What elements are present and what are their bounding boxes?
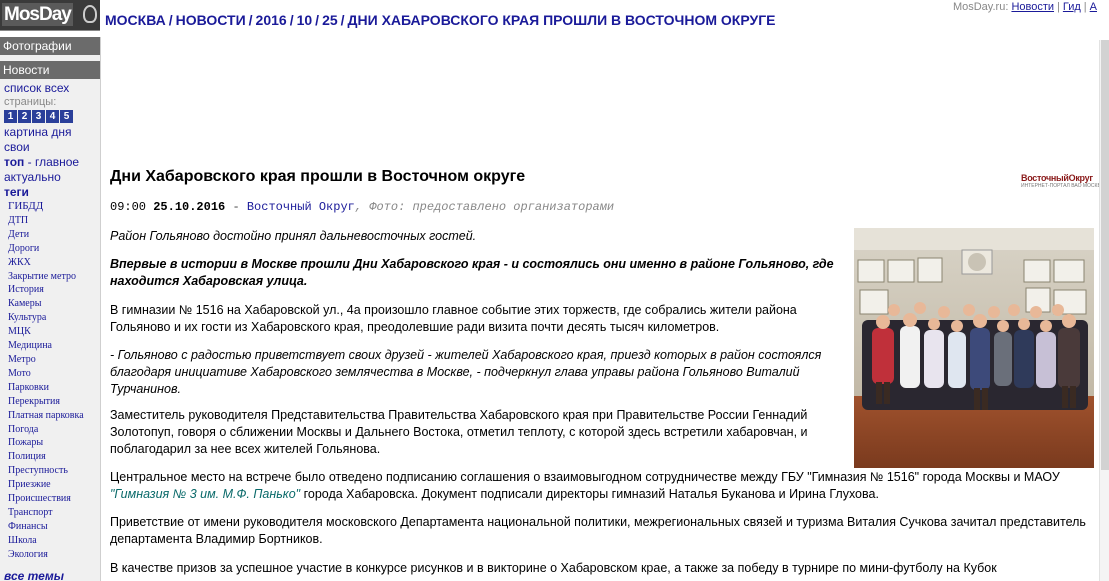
tag-item[interactable]: Камеры bbox=[0, 297, 100, 311]
article-photo[interactable] bbox=[854, 228, 1094, 468]
breadcrumb: МОСКВА / НОВОСТИ/2016/10/25/ДНИ ХАБАРОВСКО… bbox=[105, 12, 776, 28]
tag-item[interactable]: Мото bbox=[0, 367, 100, 381]
scrollbar-thumb[interactable] bbox=[1101, 40, 1109, 470]
sidebar-more-topics[interactable]: все темы bbox=[4, 569, 64, 581]
source-logo-sub: ИНТЕРНЕТ-ПОРТАЛ ВАО МОСКВЫ bbox=[1021, 183, 1106, 189]
tag-item[interactable]: Финансы bbox=[0, 520, 100, 534]
top-bar: MosDay МОСКВА / НОВОСТИ/2016/10/25/ДНИ ХАБ… bbox=[0, 0, 1109, 40]
article-paragraph-2: В гимназии № 1516 на Хабаровской ул., 4а… bbox=[110, 303, 797, 334]
tag-item[interactable]: Погода bbox=[0, 423, 100, 437]
article-paragraph-1: Впервые в истории в Москве прошли Дни Ха… bbox=[110, 257, 834, 288]
sidebar-own[interactable]: свои bbox=[0, 140, 100, 155]
article-paragraph-5: Центральное место на встрече было отведе… bbox=[110, 470, 1060, 501]
tag-item[interactable]: Дороги bbox=[0, 242, 100, 256]
tag-item[interactable]: Метро bbox=[0, 353, 100, 367]
tag-item[interactable]: Преступность bbox=[0, 464, 100, 478]
site-name: MosDay.ru: bbox=[952, 1, 1009, 13]
tag-item[interactable]: История bbox=[0, 283, 100, 297]
tag-item[interactable]: Медицина bbox=[0, 339, 100, 353]
tag-item[interactable]: Транспорт bbox=[0, 506, 100, 520]
top-link-guide[interactable]: Гид bbox=[1063, 1, 1081, 13]
tag-item[interactable]: Экология bbox=[0, 548, 100, 562]
logo-mark-icon bbox=[83, 5, 97, 23]
sidebar-top[interactable]: топ - главное bbox=[0, 155, 100, 170]
page-5[interactable]: 5 bbox=[60, 110, 73, 123]
tag-item[interactable]: Дети bbox=[0, 228, 100, 242]
tag-item[interactable]: Перекрытия bbox=[0, 395, 100, 409]
page-1[interactable]: 1 bbox=[4, 110, 17, 123]
article-paragraph-7: В качестве призов за успешное участие в … bbox=[110, 561, 997, 575]
page-3[interactable]: 3 bbox=[32, 110, 45, 123]
top-link-news[interactable]: Новости bbox=[1011, 1, 1054, 13]
article-date: 25.10.2016 bbox=[153, 200, 226, 214]
logo-text: MosDay bbox=[2, 3, 73, 26]
sidebar-day-picture[interactable]: картина дня bbox=[0, 125, 100, 140]
breadcrumb-month[interactable]: 10 bbox=[297, 12, 313, 28]
group-photo-image bbox=[854, 228, 1094, 468]
article-meta: 09:00 25.10.2016 - Восточный Округ, Фото… bbox=[110, 200, 614, 214]
tag-item[interactable]: Происшествия bbox=[0, 492, 100, 506]
sidebar-actual[interactable]: актуально bbox=[0, 170, 100, 185]
sidebar: Фотографии Новости список всех страницы:… bbox=[0, 37, 101, 581]
photo-credit: , Фото: предоставлено организаторами bbox=[354, 200, 615, 214]
tag-item[interactable]: Приезжие bbox=[0, 478, 100, 492]
tag-item[interactable]: Школа bbox=[0, 534, 100, 548]
tag-item[interactable]: МЦК bbox=[0, 325, 100, 339]
meta-dash: - bbox=[232, 200, 240, 214]
page-4[interactable]: 4 bbox=[46, 110, 59, 123]
sidebar-photos[interactable]: Фотографии bbox=[0, 37, 100, 55]
source-logo-text: ВосточныйОкруг bbox=[1021, 173, 1093, 183]
breadcrumb-article[interactable]: ДНИ ХАБАРОВСКОГО КРАЯ ПРОШЛИ В ВОСТОЧНОМ… bbox=[348, 12, 776, 28]
article-paragraph-4: Заместитель руководителя Представительст… bbox=[110, 408, 808, 456]
tag-item[interactable]: Пожары bbox=[0, 436, 100, 450]
ad-space bbox=[110, 40, 1095, 165]
article-time: 09:00 bbox=[110, 200, 147, 214]
article-source-link[interactable]: Восточный Округ bbox=[247, 200, 355, 214]
top-link-more[interactable]: А bbox=[1090, 1, 1097, 13]
tag-item[interactable]: Закрытие метро bbox=[0, 270, 100, 284]
article-title: Дни Хабаровского края прошли в Восточном… bbox=[110, 168, 526, 185]
tag-item[interactable]: ГИБДД bbox=[0, 200, 100, 214]
breadcrumb-news[interactable]: НОВОСТИ bbox=[176, 12, 246, 28]
article-paragraph-6: Приветствие от имени руководителя москов… bbox=[110, 515, 1086, 546]
site-logo[interactable]: MosDay bbox=[0, 0, 100, 31]
article-paragraph-3: - Гольяново с радостью приветствует свои… bbox=[110, 348, 822, 396]
page-selector: 1 2 3 4 5 bbox=[0, 110, 100, 123]
article-main: Дни Хабаровского края прошли в Восточном… bbox=[110, 40, 1106, 581]
vertical-scrollbar[interactable] bbox=[1099, 40, 1109, 581]
tag-item[interactable]: Полиция bbox=[0, 450, 100, 464]
tag-item[interactable]: Парковки bbox=[0, 381, 100, 395]
page-2[interactable]: 2 bbox=[18, 110, 31, 123]
tag-list: ГИБДД ДТП Дети Дороги ЖКХ Закрытие метро Истор… bbox=[0, 200, 100, 562]
sidebar-news[interactable]: Новости bbox=[0, 61, 100, 79]
tag-item[interactable]: ЖКХ bbox=[0, 256, 100, 270]
gymnasium-link[interactable]: "Гимназия № 3 им. М.Ф. Панько" bbox=[110, 487, 300, 501]
breadcrumb-year[interactable]: 2016 bbox=[256, 12, 287, 28]
sidebar-tags-title: теги bbox=[4, 185, 29, 199]
sidebar-list-all[interactable]: список всех bbox=[0, 81, 100, 96]
tag-item[interactable]: ДТП bbox=[0, 214, 100, 228]
top-links: MosDay.ru: Новости | Гид | А bbox=[952, 1, 1097, 13]
breadcrumb-moscow[interactable]: МОСКВА bbox=[105, 12, 166, 28]
article-lead: Район Гольяново достойно принял дальнево… bbox=[110, 229, 477, 243]
source-logo[interactable]: ВосточныйОкруг ИНТЕРНЕТ-ПОРТАЛ ВАО МОСКВ… bbox=[1021, 173, 1106, 193]
tag-item[interactable]: Культура bbox=[0, 311, 100, 325]
breadcrumb-day[interactable]: 25 bbox=[322, 12, 338, 28]
sidebar-pages-label: страницы: bbox=[4, 96, 57, 108]
tag-item[interactable]: Платная парковка bbox=[0, 409, 100, 423]
